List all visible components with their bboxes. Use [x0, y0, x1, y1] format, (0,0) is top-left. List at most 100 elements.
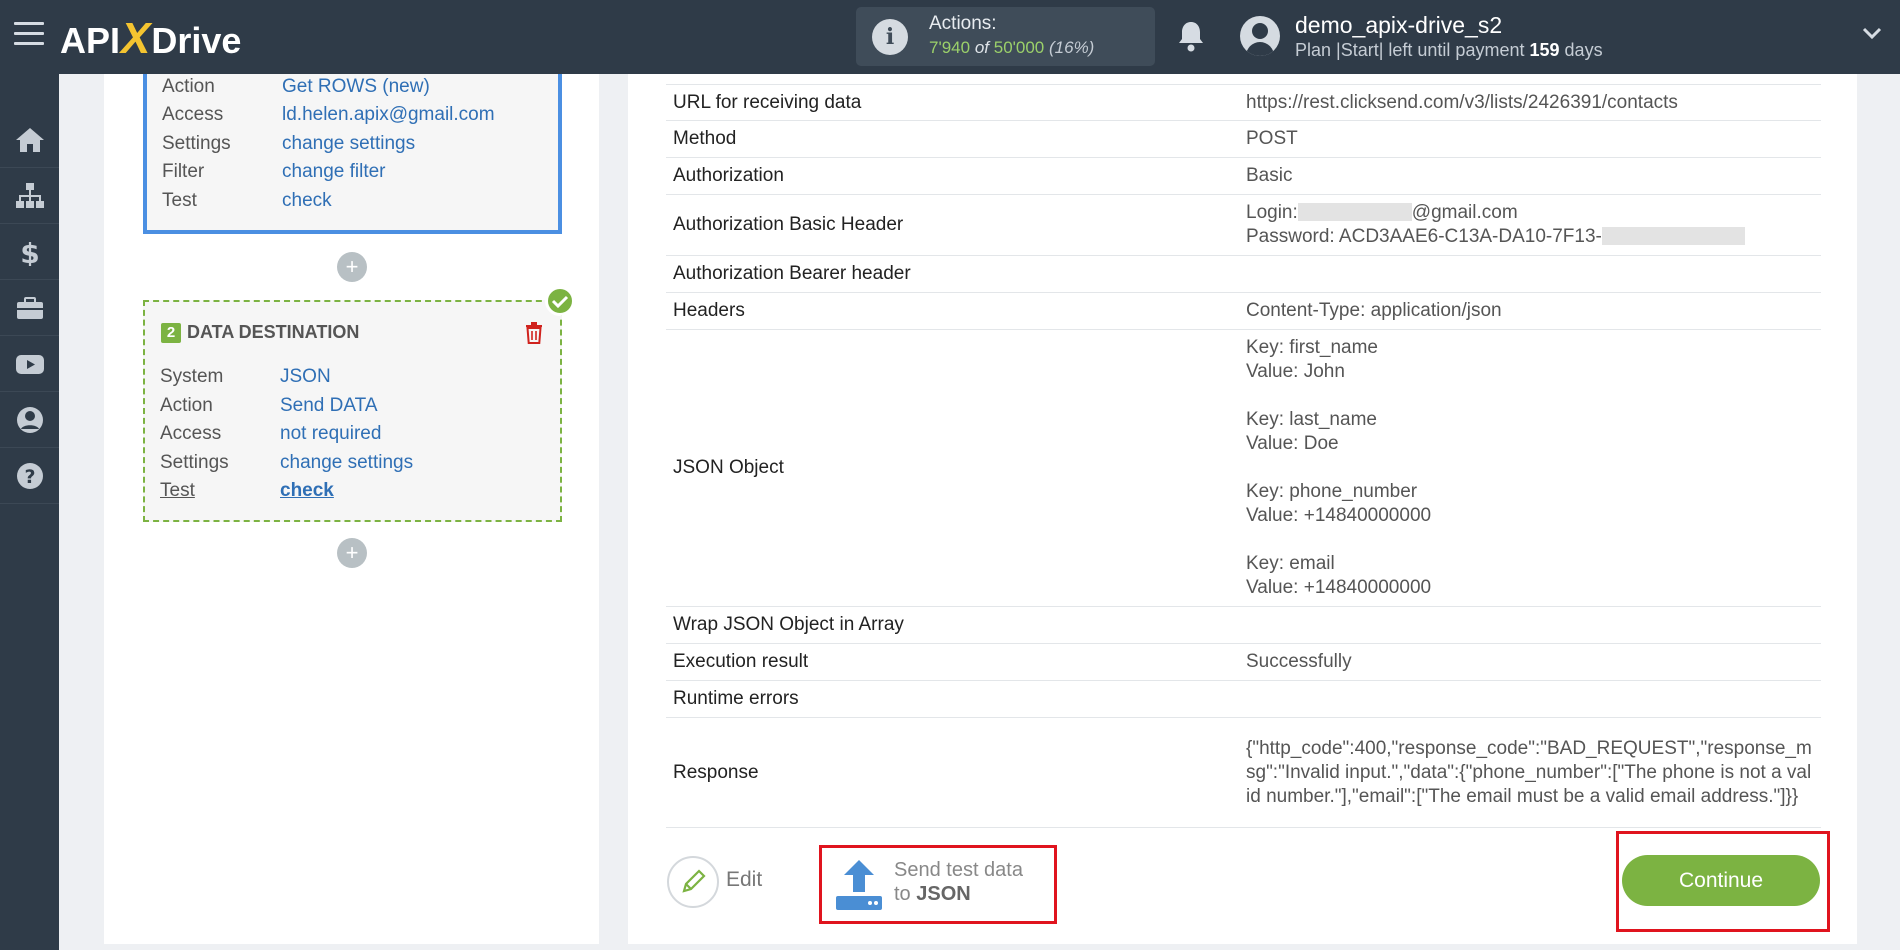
source-card[interactable]: Action Get ROWS (new) Access ld.helen.ap…	[143, 74, 562, 234]
dest-action-value[interactable]: Send DATA	[280, 395, 378, 417]
info-icon: i	[872, 19, 908, 55]
password-line: Password: ACD3AAE6-C13A-DA10-7F13-	[1246, 225, 1814, 249]
login-line: Login: @gmail.com	[1246, 201, 1814, 225]
blurred-text	[1601, 227, 1745, 245]
check-icon	[545, 286, 575, 316]
user-icon[interactable]	[0, 392, 59, 448]
send-line-1: Send test data	[894, 859, 1023, 881]
continue-button[interactable]: Continue	[1622, 855, 1820, 906]
actions-percent: (16%)	[1049, 38, 1095, 57]
source-settings-value[interactable]: change settings	[282, 133, 415, 155]
send-to: to	[894, 883, 911, 905]
add-step-button[interactable]: +	[337, 538, 367, 568]
row-label: Authorization	[666, 157, 1246, 195]
plan-days-suffix: days	[1564, 40, 1603, 60]
table-row: Method POST	[666, 120, 1821, 158]
row-label: Execution result	[666, 643, 1246, 681]
logo-text-api: API	[60, 20, 121, 61]
json-value: Value: +14840000000	[1246, 505, 1432, 526]
dest-system-key: System	[160, 366, 224, 387]
json-key: Key: first_name	[1246, 337, 1378, 358]
youtube-icon[interactable]	[0, 336, 59, 392]
plan-info: Plan |Start| left until payment 159 days	[1295, 40, 1603, 61]
plan-days: 159	[1529, 40, 1560, 60]
table-row: Headers Content-Type: application/json	[666, 292, 1821, 330]
actions-of: of	[974, 38, 989, 57]
row-value: Content-Type: application/json	[1246, 292, 1821, 330]
row-label: Authorization Basic Header	[666, 194, 1246, 256]
dollar-icon[interactable]: $	[0, 224, 59, 280]
edit-label[interactable]: Edit	[726, 868, 762, 892]
send-line-2: to JSON	[894, 882, 1023, 906]
help-icon[interactable]: ?	[0, 448, 59, 504]
logo-text-drive: Drive	[151, 20, 242, 61]
source-access-value[interactable]: ld.helen.apix@gmail.com	[282, 104, 495, 126]
source-test-key: Test	[162, 190, 197, 211]
destination-title: 2 DATA DESTINATION	[161, 322, 359, 343]
row-value: Successfully	[1246, 643, 1821, 681]
dest-access-value[interactable]: not required	[280, 423, 381, 445]
row-value: POST	[1246, 120, 1821, 158]
add-step-button[interactable]: +	[337, 252, 367, 282]
actions-counter: i Actions: 7'940 of 50'000 (16%)	[856, 7, 1155, 66]
table-row: Authorization Bearer header	[666, 255, 1821, 293]
actions-total: 50'000	[993, 38, 1045, 57]
actions-usage: 7'940 of 50'000 (16%)	[929, 38, 1094, 58]
actions-label: Actions:	[929, 13, 997, 34]
dest-test-value[interactable]: check	[280, 480, 334, 502]
table-row: Execution result Successfully	[666, 643, 1821, 681]
row-label: Headers	[666, 292, 1246, 330]
table-row: Wrap JSON Object in Array	[666, 606, 1821, 644]
logo[interactable]: APIXDrive	[60, 14, 241, 64]
row-value: Key: first_name Value: John Key: last_na…	[1246, 329, 1821, 607]
table-row: Runtime errors	[666, 680, 1821, 718]
svg-text:$: $	[20, 238, 39, 266]
source-action-value[interactable]: Get ROWS (new)	[282, 76, 430, 98]
dest-system-value[interactable]: JSON	[280, 366, 331, 388]
source-action-key: Action	[162, 76, 215, 97]
row-value	[1246, 606, 1821, 644]
row-label: Runtime errors	[666, 680, 1246, 718]
dest-settings-key: Settings	[160, 452, 229, 473]
sitemap-icon[interactable]	[0, 168, 59, 224]
source-filter-key: Filter	[162, 161, 205, 182]
row-value: Login: @gmail.com Password: ACD3AAE6-C13A…	[1246, 194, 1821, 256]
user-name[interactable]: demo_apix-drive_s2	[1295, 12, 1502, 39]
avatar[interactable]	[1240, 16, 1280, 56]
home-icon[interactable]	[0, 112, 59, 168]
trash-icon[interactable]	[525, 322, 543, 349]
source-test-value[interactable]: check	[282, 190, 332, 212]
row-value	[1246, 255, 1821, 293]
login-suffix: @gmail.com	[1411, 202, 1518, 223]
row-value: {"http_code":400,"response_code":"BAD_RE…	[1246, 717, 1821, 828]
table-row: Response {"http_code":400,"response_code…	[666, 717, 1821, 828]
blurred-text	[1297, 203, 1412, 221]
result-table: URL for receiving data https://rest.clic…	[666, 84, 1821, 828]
dest-access-key: Access	[160, 423, 222, 444]
source-filter-value[interactable]: change filter	[282, 161, 386, 183]
login-prefix: Login:	[1246, 202, 1298, 223]
briefcase-icon[interactable]	[0, 280, 59, 336]
json-key: Key: email	[1246, 553, 1335, 574]
dest-test-key: Test	[160, 480, 195, 501]
send-target: JSON	[916, 883, 971, 905]
sidebar: $ ?	[0, 74, 59, 950]
row-label: Wrap JSON Object in Array	[666, 606, 1246, 644]
pencil-icon	[682, 869, 706, 893]
dest-settings-value[interactable]: change settings	[280, 452, 413, 474]
destination-card[interactable]: 2 DATA DESTINATION System JSON Action Sen…	[143, 300, 562, 522]
edit-button[interactable]	[667, 856, 719, 908]
table-row: URL for receiving data https://rest.clic…	[666, 84, 1821, 121]
source-access-key: Access	[162, 104, 224, 125]
chevron-down-icon[interactable]	[1862, 26, 1882, 40]
menu-icon[interactable]	[14, 22, 44, 50]
json-value: Value: +14840000000	[1246, 577, 1432, 598]
json-value: Value: Doe	[1246, 433, 1339, 454]
plan-text: Plan |Start| left until payment	[1295, 40, 1525, 60]
json-key: Key: phone_number	[1246, 481, 1418, 502]
row-value: Basic	[1246, 157, 1821, 195]
send-test-data-button[interactable]: Send test data to JSON	[819, 845, 1057, 924]
svg-text:?: ?	[24, 466, 35, 488]
bell-icon[interactable]	[1176, 19, 1206, 53]
password-prefix: Password: ACD3AAE6-C13A-DA10-7F13-	[1246, 226, 1602, 247]
